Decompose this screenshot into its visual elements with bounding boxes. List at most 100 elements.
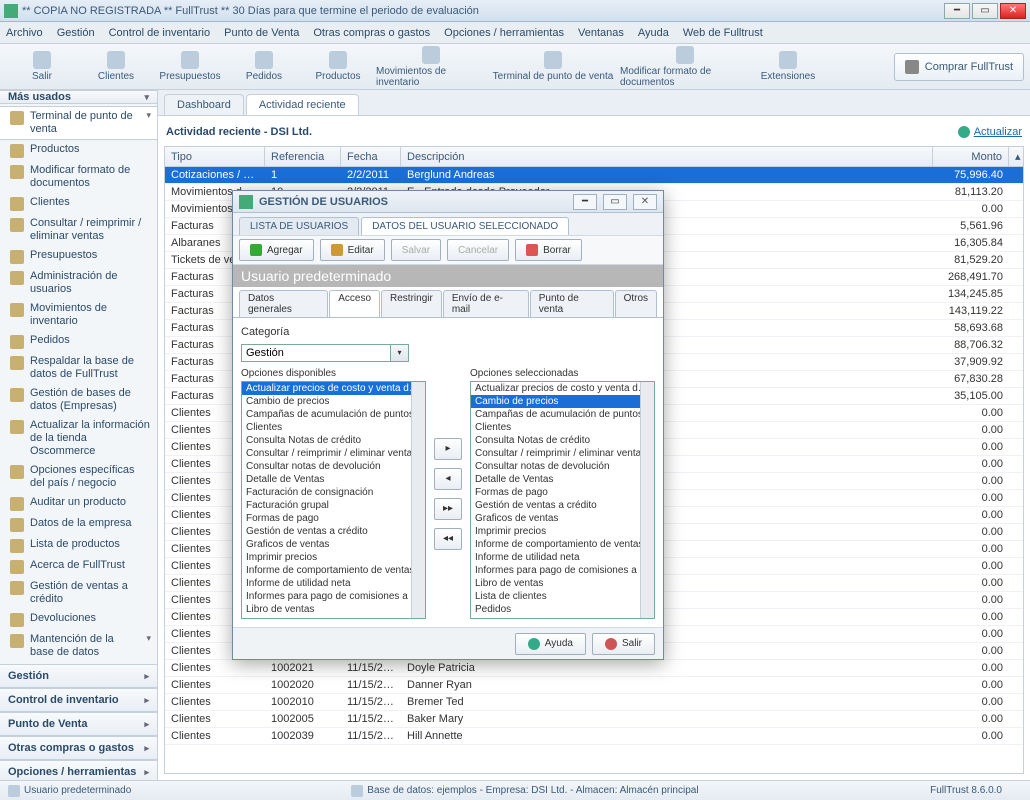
menu-opciones-herramientas[interactable]: Opciones / herramientas <box>444 27 564 39</box>
toolbar-extensiones[interactable]: Extensiones <box>752 46 824 88</box>
menu-ayuda[interactable]: Ayuda <box>638 27 669 39</box>
menu-punto-de-venta[interactable]: Punto de Venta <box>224 27 299 39</box>
window-minimize-button[interactable]: ━ <box>944 3 970 19</box>
list-item[interactable]: Gestión de ventas a crédito <box>471 499 654 512</box>
list-item[interactable]: Informe de utilidad neta <box>242 577 425 590</box>
menu-archivo[interactable]: Archivo <box>6 27 43 39</box>
col-descripcion[interactable]: Descripción <box>401 147 933 166</box>
sidebar-item[interactable]: Gestión de ventas a crédito <box>0 577 157 609</box>
sidebar-item[interactable]: Consultar / reimprimir / eliminar ventas <box>0 214 157 246</box>
list-item[interactable]: Clientes <box>471 421 654 434</box>
toolbar-clientes[interactable]: Clientes <box>80 46 152 88</box>
help-button[interactable]: Ayuda <box>515 633 586 655</box>
toolbar-modificar-formato-de-documentos[interactable]: Modificar formato de documentos <box>620 46 750 88</box>
sidebar-item[interactable]: Lista de productos <box>0 535 157 556</box>
menu-gesti-n[interactable]: Gestión <box>57 27 95 39</box>
list-item[interactable]: Graficos de ventas <box>471 512 654 525</box>
table-row[interactable]: Clientes100203911/15/2010Hill Annette0.0… <box>165 728 1023 745</box>
dialog-minimize-button[interactable]: ━ <box>573 194 597 210</box>
list-item[interactable]: Informes para pago de comisiones a ven <box>471 564 654 577</box>
sidebar-item[interactable]: Administración de usuarios <box>0 267 157 299</box>
list-item[interactable]: Informe de comportamiento de ventas <box>471 538 654 551</box>
dialog-titlebar[interactable]: GESTIÓN DE USUARIOS ━ ▭ ✕ <box>233 191 663 213</box>
exit-button[interactable]: Salir <box>592 633 655 655</box>
subtab-envio-email[interactable]: Envío de e-mail <box>443 290 529 317</box>
menu-web-de-fulltrust[interactable]: Web de Fulltrust <box>683 27 763 39</box>
list-item[interactable]: Facturación de consignación <box>242 486 425 499</box>
subtab-acceso[interactable]: Acceso <box>329 290 380 317</box>
move-right-button[interactable]: ▸ <box>434 438 462 460</box>
sidebar-item[interactable]: Terminal de punto de venta▾ <box>0 106 157 140</box>
sidebar-section-otras-compras-o-gastos[interactable]: Otras compras o gastos▸ <box>0 736 157 760</box>
toolbar-presupuestos[interactable]: Presupuestos <box>154 46 226 88</box>
sidebar-header-mas-usados[interactable]: Más usados ▾ <box>0 90 157 104</box>
toolbar-salir[interactable]: Salir <box>6 46 78 88</box>
toolbar-movimientos-de-inventario[interactable]: Movimientos de inventario <box>376 46 486 88</box>
col-tipo[interactable]: Tipo <box>165 147 265 166</box>
list-item[interactable]: Actualizar precios de costo y venta de p… <box>471 382 654 395</box>
list-item[interactable]: Campañas de acumulación de puntos <box>471 408 654 421</box>
toolbar-productos[interactable]: Productos <box>302 46 374 88</box>
sidebar-item[interactable]: Datos de la empresa <box>0 514 157 535</box>
list-item[interactable]: Clientes <box>242 421 425 434</box>
table-row[interactable]: Cotizaciones / presupue12/2/2011Berglund… <box>165 167 1023 184</box>
col-monto[interactable]: Monto <box>933 147 1009 166</box>
sidebar-item[interactable]: Auditar un producto <box>0 493 157 514</box>
tab-actividad-reciente[interactable]: Actividad reciente <box>246 94 359 115</box>
selected-listbox[interactable]: Actualizar precios de costo y venta de p… <box>470 381 655 619</box>
update-link[interactable]: Actualizar <box>958 126 1022 138</box>
list-item[interactable]: Facturación grupal <box>242 499 425 512</box>
list-item[interactable]: Libro de ventas <box>471 577 654 590</box>
table-row[interactable]: Clientes100202011/15/2010Danner Ryan0.00 <box>165 677 1023 694</box>
sidebar-item[interactable]: Clientes <box>0 193 157 214</box>
list-item[interactable]: Imprimir precios <box>242 551 425 564</box>
list-item[interactable]: Consultar notas de devolución <box>242 460 425 473</box>
dialog-close-button[interactable]: ✕ <box>633 194 657 210</box>
buy-fulltrust-button[interactable]: Comprar FullTrust <box>894 53 1024 81</box>
list-item[interactable]: Informes para pago de comisiones a ven <box>242 590 425 603</box>
sidebar-item[interactable]: Movimientos de inventario <box>0 299 157 331</box>
list-item[interactable]: Detalle de Ventas <box>242 473 425 486</box>
dialog-tab-lista[interactable]: LISTA DE USUARIOS <box>239 217 359 235</box>
sidebar-item[interactable]: Actualizar la información de la tienda O… <box>0 416 157 461</box>
col-referencia[interactable]: Referencia <box>265 147 341 166</box>
table-row[interactable]: Clientes100202111/15/2010Doyle Patricia0… <box>165 660 1023 677</box>
tab-dashboard[interactable]: Dashboard <box>164 94 244 115</box>
sidebar-item[interactable]: Modificar formato de documentos <box>0 161 157 193</box>
sidebar-item[interactable]: Presupuestos <box>0 246 157 267</box>
save-button[interactable]: Salvar <box>391 239 441 261</box>
list-item[interactable]: Informe de comportamiento de ventas <box>242 564 425 577</box>
list-item[interactable]: Libro de ventas <box>242 603 425 616</box>
subtab-datos-generales[interactable]: Datos generales <box>239 290 328 317</box>
list-item[interactable]: Graficos de ventas <box>242 538 425 551</box>
menu-control-de-inventario[interactable]: Control de inventario <box>109 27 211 39</box>
move-all-right-button[interactable]: ▸▸ <box>434 498 462 520</box>
list-item[interactable]: Gestión de ventas a crédito <box>242 525 425 538</box>
menu-ventanas[interactable]: Ventanas <box>578 27 624 39</box>
sidebar-section-gesti-n[interactable]: Gestión▸ <box>0 664 157 688</box>
list-item[interactable]: Lista de clientes <box>471 590 654 603</box>
cancel-button[interactable]: Cancelar <box>447 239 509 261</box>
list-item[interactable]: Formas de pago <box>242 512 425 525</box>
scrollbar[interactable] <box>640 382 654 618</box>
list-item[interactable]: Detalle de Ventas <box>471 473 654 486</box>
move-all-left-button[interactable]: ◂◂ <box>434 528 462 550</box>
sidebar-item[interactable]: Devoluciones <box>0 609 157 630</box>
list-item[interactable]: Informe de utilidad neta <box>471 551 654 564</box>
list-item[interactable]: Cambio de precios <box>471 395 654 408</box>
category-combo[interactable] <box>241 344 391 362</box>
sidebar-item[interactable]: Gestión de bases de datos (Empresas) <box>0 384 157 416</box>
menu-otras-compras-o-gastos[interactable]: Otras compras o gastos <box>313 27 430 39</box>
sidebar-item[interactable]: Mantención de la base de datos▾ <box>0 630 157 662</box>
list-item[interactable]: Actualizar precios de costo y venta de p <box>242 382 425 395</box>
sidebar-item[interactable]: Respaldar la base de datos de FullTrust <box>0 352 157 384</box>
sidebar-section-control-de-inventario[interactable]: Control de inventario▸ <box>0 688 157 712</box>
dialog-tab-datos[interactable]: DATOS DEL USUARIO SELECCIONADO <box>361 217 569 235</box>
list-item[interactable]: Pedidos <box>471 603 654 616</box>
subtab-otros[interactable]: Otros <box>615 290 657 317</box>
sidebar-item[interactable]: Acerca de FullTrust <box>0 556 157 577</box>
sidebar-section-punto-de-venta[interactable]: Punto de Venta▸ <box>0 712 157 736</box>
table-row[interactable]: Clientes100201011/15/2010Bremer Ted0.00 <box>165 694 1023 711</box>
list-item[interactable]: Consulta Notas de crédito <box>242 434 425 447</box>
edit-button[interactable]: Editar <box>320 239 385 261</box>
